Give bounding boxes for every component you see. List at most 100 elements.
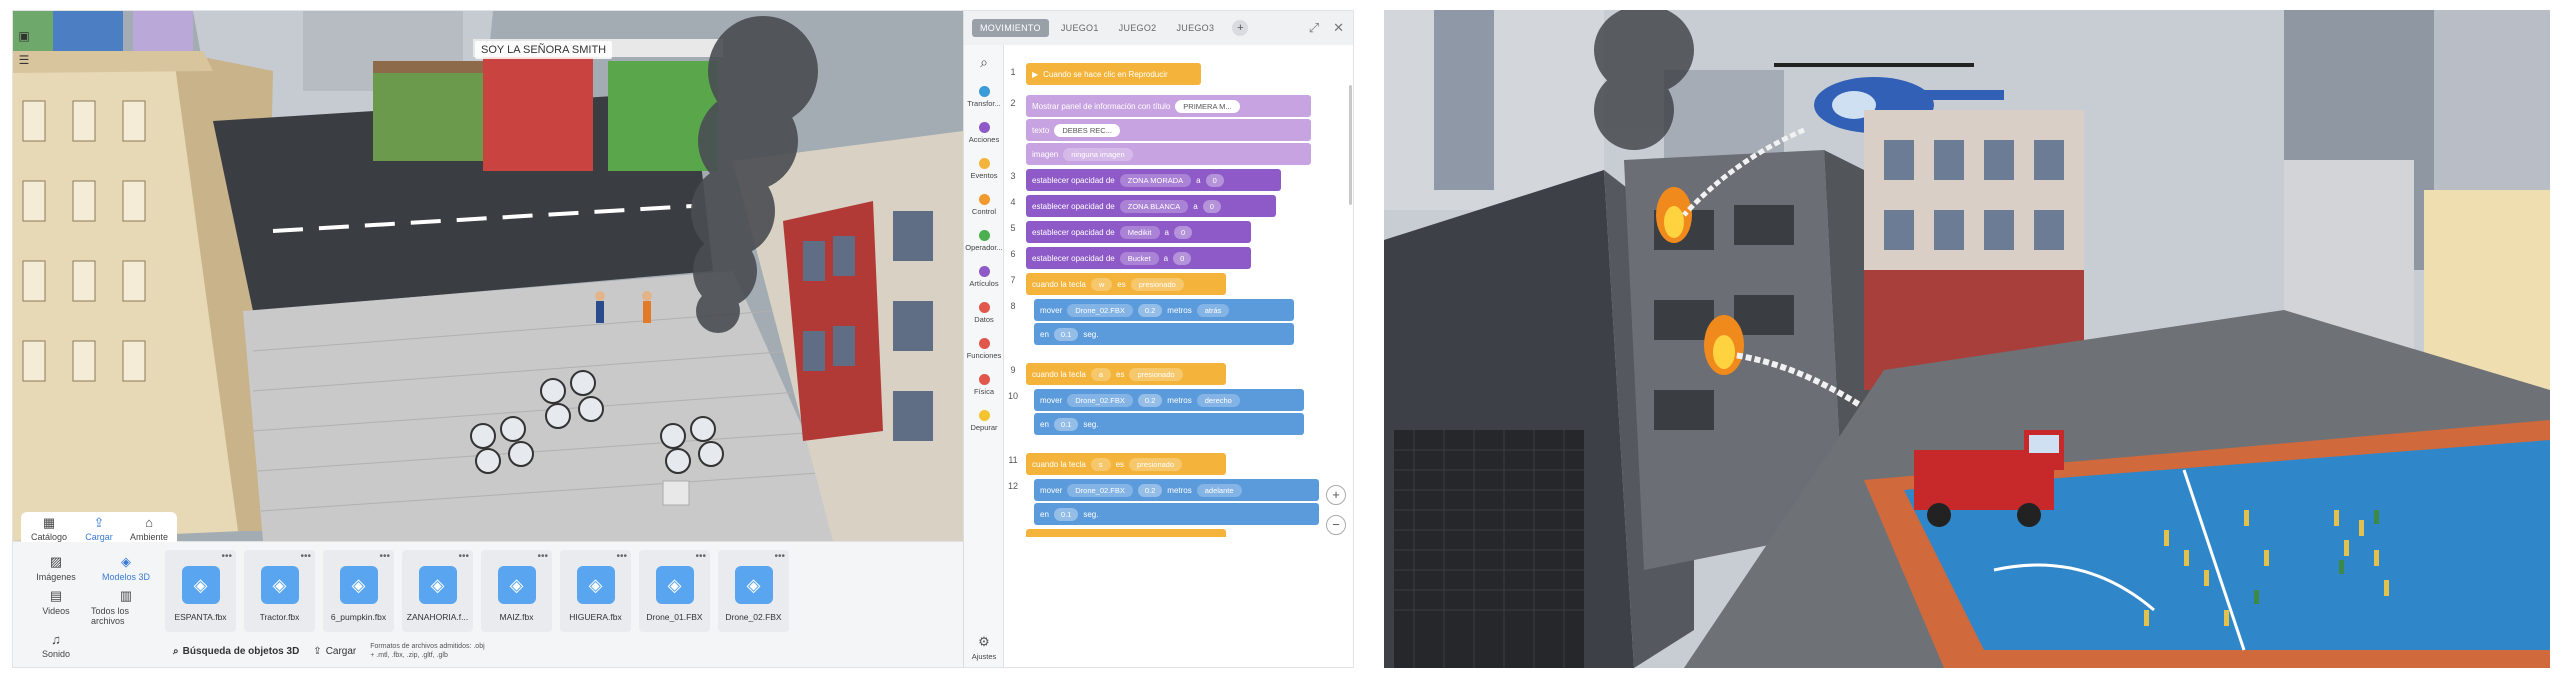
key-press-block[interactable]: cuando la tecla w es presionado bbox=[1026, 273, 1226, 295]
file-card[interactable]: ••• ◈ Drone_02.FBX bbox=[718, 550, 789, 632]
object-dropdown[interactable]: Drone_02.FBX bbox=[1067, 303, 1133, 317]
key-dropdown[interactable]: a bbox=[1090, 367, 1111, 381]
tab-catalog[interactable]: ▦ Catálogo bbox=[27, 516, 71, 543]
file-card[interactable]: ••• ◈ 6_pumpkin.fbx bbox=[323, 550, 394, 632]
set-opacity-block[interactable]: establecer opacidad de ZONA BLANCA a 0 bbox=[1026, 195, 1276, 217]
opacity-value[interactable]: 0 bbox=[1202, 199, 1221, 213]
upload-button[interactable]: ⇪ Cargar bbox=[313, 646, 356, 657]
info-panel-block[interactable]: Mostrar panel de información con título … bbox=[1026, 95, 1311, 117]
tab-juego3[interactable]: JUEGO3 bbox=[1168, 19, 1222, 37]
scene-illustration bbox=[13, 11, 963, 541]
direction-dropdown[interactable]: atrás bbox=[1196, 303, 1230, 317]
category-data[interactable]: Datos bbox=[964, 295, 1004, 331]
distance-value[interactable]: 0.2 bbox=[1137, 393, 1163, 407]
state-dropdown[interactable]: presionado bbox=[1129, 457, 1183, 471]
object-dropdown[interactable]: Drone_02.FBX bbox=[1067, 483, 1133, 497]
object-dropdown[interactable]: Drone_02.FBX bbox=[1067, 393, 1133, 407]
move-duration-row[interactable]: en 0.1 seg. bbox=[1034, 323, 1294, 345]
distance-value[interactable]: 0.2 bbox=[1137, 303, 1163, 317]
category-operators[interactable]: Operador... bbox=[964, 223, 1004, 259]
close-icon[interactable]: ✕ bbox=[1333, 20, 1344, 36]
move-block[interactable]: mover Drone_02.FBX 0.2 metros derecho bbox=[1034, 389, 1304, 411]
category-events[interactable]: Eventos bbox=[964, 151, 1004, 187]
category-all-files[interactable]: ▥ Todos los archivos bbox=[91, 588, 161, 626]
category-control[interactable]: Control bbox=[964, 187, 1004, 223]
move-block[interactable]: mover Drone_02.FBX 0.2 metros atrás bbox=[1034, 299, 1294, 321]
move-duration-row[interactable]: en 0.1 seg. bbox=[1034, 413, 1304, 435]
set-opacity-block[interactable]: establecer opacidad de Medikit a 0 bbox=[1026, 221, 1251, 243]
tab-juego1[interactable]: JUEGO1 bbox=[1053, 19, 1107, 37]
duration-value[interactable]: 0.1 bbox=[1053, 327, 1079, 341]
target-dropdown[interactable]: Bucket bbox=[1119, 251, 1159, 265]
info-panel-image-row[interactable]: imagen ninguna imagen bbox=[1026, 143, 1311, 165]
info-panel-text-row[interactable]: texto DEBES REC... bbox=[1026, 119, 1311, 141]
target-dropdown[interactable]: ZONA MORADA bbox=[1119, 173, 1192, 187]
tab-environment[interactable]: ⌂ Ambiente bbox=[127, 516, 171, 543]
key-press-block[interactable]: cuando la tecla a es presionado bbox=[1026, 363, 1226, 385]
file-card[interactable]: ••• ◈ Tractor.fbx bbox=[244, 550, 315, 632]
category-3d-models[interactable]: ◈ Modelos 3D bbox=[91, 554, 161, 582]
add-tab-icon[interactable]: + bbox=[1232, 20, 1249, 36]
on-play-block[interactable]: ▶ Cuando se hace clic en Reproducir bbox=[1026, 63, 1201, 85]
file-card[interactable]: ••• ◈ MAIZ.fbx bbox=[481, 550, 552, 632]
more-icon[interactable]: ••• bbox=[537, 551, 548, 562]
more-icon[interactable]: ••• bbox=[695, 551, 706, 562]
key-press-block[interactable]: cuando la tecla s es presionado bbox=[1026, 453, 1226, 475]
zoom-out-button[interactable]: − bbox=[1326, 515, 1346, 535]
category-actions[interactable]: Acciones bbox=[964, 115, 1004, 151]
more-icon[interactable]: ••• bbox=[300, 551, 311, 562]
move-block[interactable]: mover Drone_02.FBX 0.2 metros adelante bbox=[1034, 479, 1319, 501]
expand-icon[interactable]: ⤢ bbox=[1309, 20, 1319, 36]
file-card[interactable]: ••• ◈ HIGUERA.fbx bbox=[560, 550, 631, 632]
opacity-value[interactable]: 0 bbox=[1173, 225, 1193, 239]
category-items[interactable]: Artículos bbox=[964, 259, 1004, 295]
zoom-in-button[interactable]: + bbox=[1326, 485, 1346, 505]
category-physics[interactable]: Física bbox=[964, 367, 1004, 403]
object-search-button[interactable]: ⌕ Búsqueda de objetos 3D bbox=[173, 646, 299, 657]
more-icon[interactable]: ••• bbox=[616, 551, 627, 562]
direction-dropdown[interactable]: adelante bbox=[1196, 483, 1242, 497]
category-debug[interactable]: Depurar bbox=[964, 403, 1004, 439]
state-dropdown[interactable]: presionado bbox=[1130, 277, 1184, 291]
settings-button[interactable]: ⚙ Ajustes bbox=[964, 629, 1004, 665]
target-dropdown[interactable]: Medikit bbox=[1119, 225, 1160, 239]
image-dropdown[interactable]: ninguna imagen bbox=[1063, 147, 1133, 161]
opacity-value[interactable]: 0 bbox=[1205, 173, 1224, 187]
list-icon[interactable]: ☰ bbox=[17, 53, 31, 67]
opacity-value[interactable]: 0 bbox=[1173, 251, 1192, 265]
category-sound[interactable]: ♫ Sonido bbox=[21, 632, 91, 659]
block-search[interactable]: ⌕ bbox=[964, 45, 1004, 79]
category-functions[interactable]: Funciones bbox=[964, 331, 1004, 367]
direction-dropdown[interactable]: derecho bbox=[1196, 393, 1240, 407]
more-icon[interactable]: ••• bbox=[458, 551, 469, 562]
scene-viewport[interactable]: ▣ ☰ SOY LA SEÑORA SMITH bbox=[13, 11, 963, 541]
file-card[interactable]: ••• ◈ ZANAHORIA.f... bbox=[402, 550, 473, 632]
block-workspace[interactable]: 1 2 3 4 5 6 7 8 9 10 11 12 ▶ Cuando se ha… bbox=[1004, 45, 1353, 667]
more-icon[interactable]: ••• bbox=[221, 551, 232, 562]
duration-value[interactable]: 0.1 bbox=[1053, 507, 1079, 521]
key-dropdown[interactable]: s bbox=[1090, 457, 1111, 471]
category-images[interactable]: ▨ Imágenes bbox=[21, 554, 91, 582]
set-opacity-block[interactable]: establecer opacidad de ZONA MORADA a 0 bbox=[1026, 169, 1281, 191]
layers-icon[interactable]: ▣ bbox=[17, 29, 31, 43]
tab-juego2[interactable]: JUEGO2 bbox=[1111, 19, 1165, 37]
more-icon[interactable]: ••• bbox=[379, 551, 390, 562]
tab-movimiento[interactable]: MOVIMIENTO bbox=[972, 19, 1049, 37]
title-input[interactable]: PRIMERA M... bbox=[1175, 99, 1240, 113]
text-input[interactable]: DEBES REC... bbox=[1054, 123, 1120, 137]
file-card[interactable]: ••• ◈ Drone_01.FBX bbox=[639, 550, 710, 632]
duration-value[interactable]: 0.1 bbox=[1053, 417, 1079, 431]
tab-upload[interactable]: ⇪ Cargar bbox=[77, 516, 121, 543]
next-block-edge[interactable] bbox=[1026, 529, 1226, 537]
key-dropdown[interactable]: w bbox=[1090, 277, 1113, 291]
more-icon[interactable]: ••• bbox=[774, 551, 785, 562]
workspace-scrollbar[interactable] bbox=[1349, 85, 1352, 205]
category-transform[interactable]: Transfor... bbox=[964, 79, 1004, 115]
category-videos[interactable]: ▤ Videos bbox=[21, 588, 91, 626]
state-dropdown[interactable]: presionado bbox=[1129, 367, 1183, 381]
move-duration-row[interactable]: en 0.1 seg. bbox=[1034, 503, 1319, 525]
set-opacity-block[interactable]: establecer opacidad de Bucket a 0 bbox=[1026, 247, 1251, 269]
file-card[interactable]: ••• ◈ ESPANTA.fbx bbox=[165, 550, 236, 632]
target-dropdown[interactable]: ZONA BLANCA bbox=[1119, 199, 1189, 213]
distance-value[interactable]: 0.2 bbox=[1137, 483, 1163, 497]
